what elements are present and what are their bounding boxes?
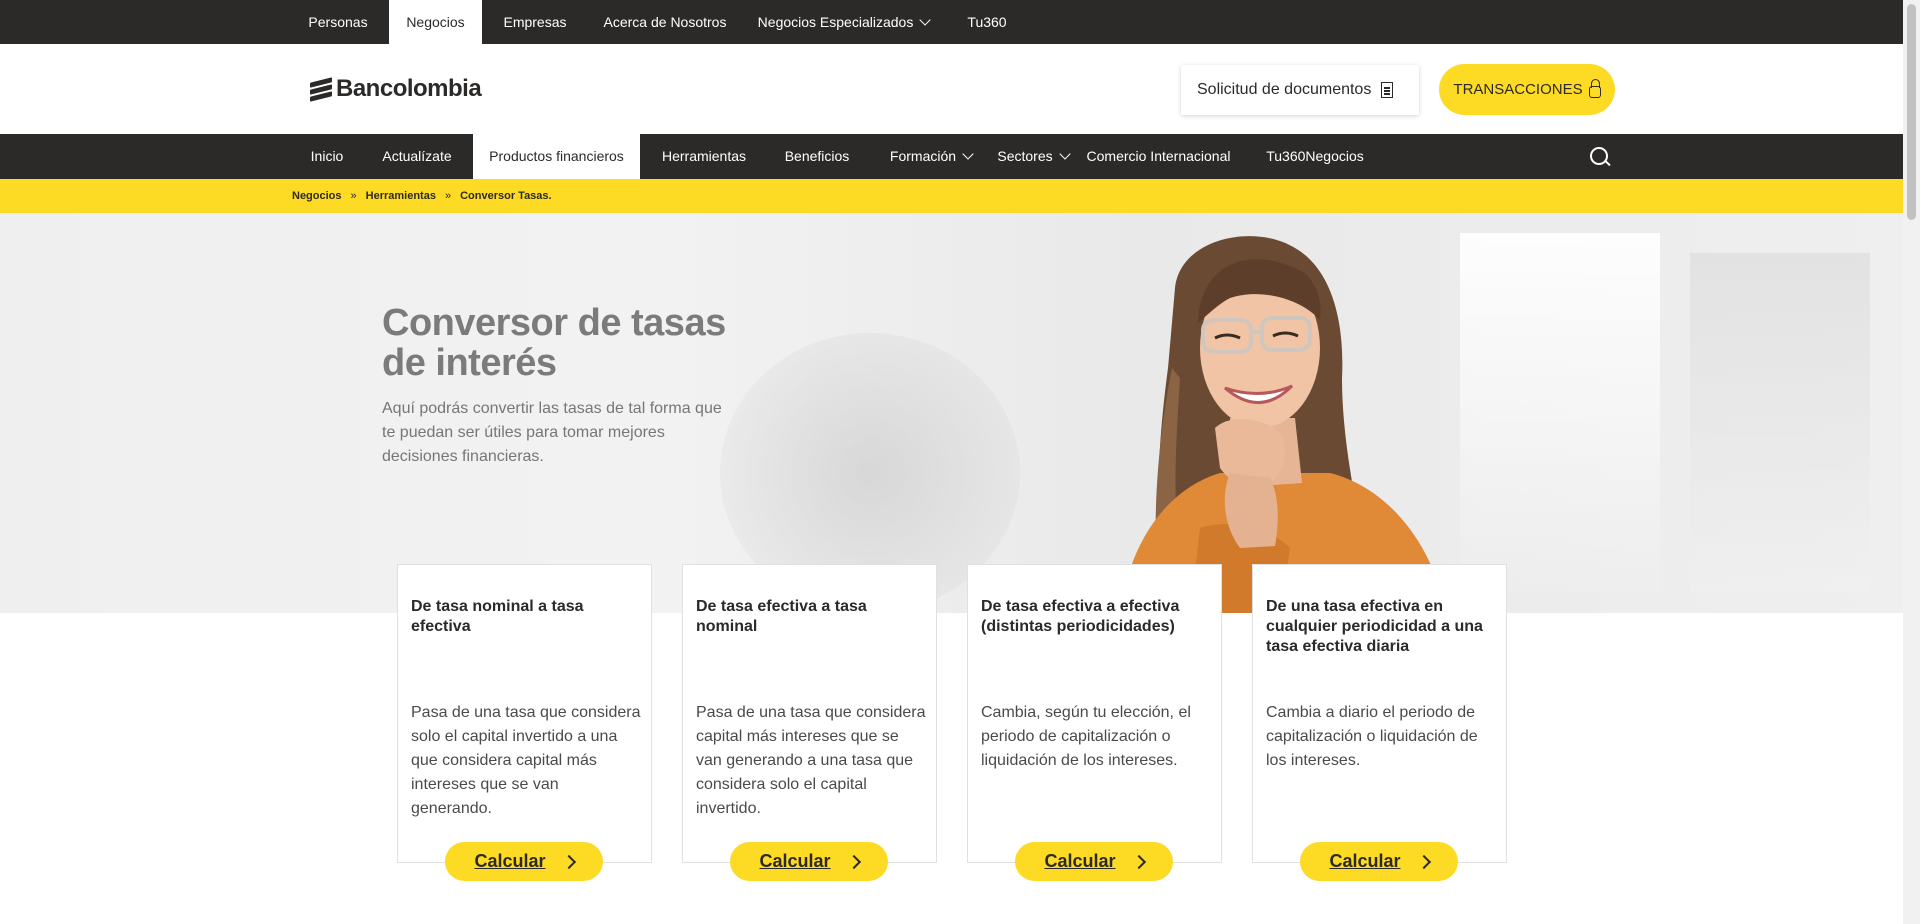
nav-herramientas[interactable]: Herramientas xyxy=(655,134,753,179)
chevron-down-icon xyxy=(919,14,931,26)
converter-card-effective-to-effective: De tasa efectiva a efectiva (distintas p… xyxy=(967,564,1222,863)
chevron-right-icon xyxy=(846,854,861,869)
top-nav-negocios-especializados-label: Negocios Especializados xyxy=(757,14,914,30)
card-description: Pasa de una tasa que considera solo el c… xyxy=(411,704,641,817)
hero-woman-image xyxy=(1120,236,1445,613)
converter-card-effective-to-daily: De una tasa efectiva en cualquier period… xyxy=(1252,564,1507,863)
bancolombia-logo[interactable]: Bancolombia xyxy=(310,73,482,105)
card-title: De una tasa efectiva en cualquier period… xyxy=(1266,598,1483,655)
nav-inicio[interactable]: Inicio xyxy=(302,134,352,179)
chevron-right-icon xyxy=(1416,854,1431,869)
nav-productos-financieros[interactable]: Productos financieros xyxy=(473,134,640,179)
calculate-button[interactable]: Calcular xyxy=(1015,842,1173,881)
breadcrumb: Negocios » Herramientas » Conversor Tasas. xyxy=(292,179,552,213)
lock-icon xyxy=(1588,78,1601,98)
converter-card-effective-to-nominal: De tasa efectiva a tasa nominal Pasa de … xyxy=(682,564,937,863)
nav-actualizate[interactable]: Actualízate xyxy=(374,134,460,179)
calculate-button-label: Calcular xyxy=(759,851,831,871)
nav-sectores[interactable]: Sectores xyxy=(994,134,1072,179)
hero-description: Aquí podrás convertir las tasas de tal f… xyxy=(382,400,722,465)
nav-tu360negocios[interactable]: Tu360Negocios xyxy=(1266,134,1364,179)
breadcrumb-current: Conversor Tasas. xyxy=(460,190,552,202)
nav-formacion-label: Formación xyxy=(889,148,957,164)
page: Personas Negocios Empresas Acerca de Nos… xyxy=(0,0,1920,924)
card-description: Cambia a diario el periodo de capitaliza… xyxy=(1266,704,1478,769)
nav-sectores-label: Sectores xyxy=(997,148,1053,164)
calculate-button[interactable]: Calcular xyxy=(445,842,603,881)
transactions-button[interactable]: TRANSACCIONES xyxy=(1439,64,1615,115)
top-nav-tu360[interactable]: Tu360 xyxy=(955,0,1019,44)
top-nav-personas[interactable]: Personas xyxy=(292,0,384,44)
hero-banner: Conversor de tasas de interés Aquí podrá… xyxy=(0,213,1903,613)
calculate-button[interactable]: Calcular xyxy=(730,842,888,881)
converter-card-nominal-to-effective: De tasa nominal a tasa efectiva Pasa de … xyxy=(397,564,652,863)
card-title: De tasa efectiva a tasa nominal xyxy=(696,598,867,635)
breadcrumb-negocios[interactable]: Negocios xyxy=(292,190,342,202)
page-scrollbar[interactable] xyxy=(1903,0,1920,924)
chevron-down-icon xyxy=(962,148,974,160)
documents-request-button[interactable]: Solicitud de documentos xyxy=(1181,65,1419,115)
calculate-button[interactable]: Calcular xyxy=(1300,842,1458,881)
chevron-right-icon xyxy=(561,854,576,869)
breadcrumb-separator: » xyxy=(444,190,452,202)
card-title: De tasa efectiva a efectiva (distintas p… xyxy=(981,598,1180,635)
page-title: Conversor de tasas de interés xyxy=(382,302,726,384)
hero-background-shape xyxy=(1690,253,1870,593)
nav-comercio-internacional[interactable]: Comercio Internacional xyxy=(1086,134,1231,179)
document-icon xyxy=(1381,82,1394,98)
search-icon[interactable] xyxy=(1589,146,1611,168)
calculate-button-label: Calcular xyxy=(1329,851,1401,871)
calculate-button-label: Calcular xyxy=(474,851,546,871)
bancolombia-logo-icon xyxy=(310,77,332,102)
top-nav-acerca[interactable]: Acerca de Nosotros xyxy=(597,0,733,44)
documents-request-label: Solicitud de documentos xyxy=(1197,81,1372,98)
chevron-down-icon xyxy=(1058,148,1071,160)
breadcrumb-bar: Negocios » Herramientas » Conversor Tasas. xyxy=(0,179,1903,213)
header: Bancolombia Solicitud de documentos TRAN… xyxy=(0,44,1903,134)
nav-beneficios[interactable]: Beneficios xyxy=(779,134,855,179)
logo-text: Bancolombia xyxy=(336,75,482,102)
top-nav-negocios-especializados[interactable]: Negocios Especializados xyxy=(756,0,931,44)
top-nav-empresas[interactable]: Empresas xyxy=(493,0,577,44)
top-nav: Personas Negocios Empresas Acerca de Nos… xyxy=(0,0,1903,44)
chevron-right-icon xyxy=(1131,854,1146,869)
breadcrumb-separator: » xyxy=(350,190,357,202)
nav-formacion[interactable]: Formación xyxy=(886,134,976,179)
top-nav-negocios[interactable]: Negocios xyxy=(389,0,482,44)
card-description: Cambia, según tu elección, el periodo de… xyxy=(981,704,1191,769)
card-title: De tasa nominal a tasa efectiva xyxy=(411,598,584,635)
main-nav: Inicio Actualízate Productos financieros… xyxy=(0,134,1903,179)
hero-background-shape xyxy=(1460,233,1660,593)
scrollbar-thumb[interactable] xyxy=(1907,4,1916,220)
transactions-label: TRANSACCIONES xyxy=(1453,81,1583,98)
breadcrumb-herramientas[interactable]: Herramientas xyxy=(366,190,436,202)
calculate-button-label: Calcular xyxy=(1044,851,1116,871)
card-description: Pasa de una tasa que considera capital m… xyxy=(696,704,926,817)
